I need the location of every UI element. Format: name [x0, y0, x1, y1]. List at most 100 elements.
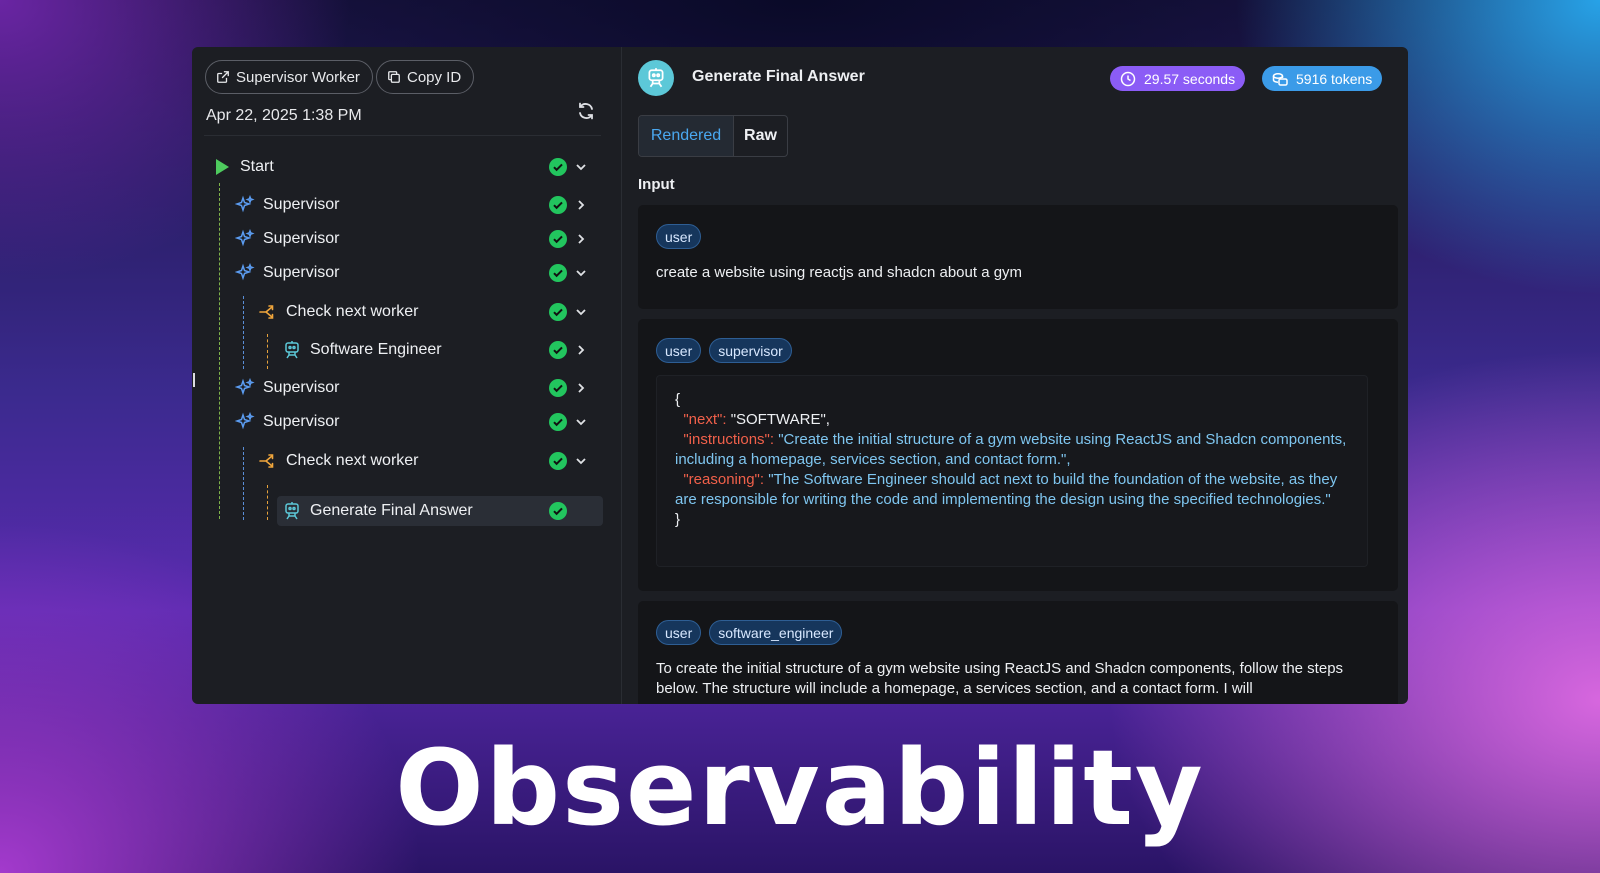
tree-node-check-next-worker[interactable]: Check next worker — [258, 446, 419, 476]
tree-guide-line-level3a — [267, 334, 268, 369]
message-card: user supervisor { "next": "SOFTWARE", "i… — [638, 319, 1398, 591]
success-check-icon — [549, 196, 567, 214]
json-key: "next": — [683, 411, 727, 428]
tree-node-label: Check next worker — [286, 303, 419, 320]
detail-title: Generate Final Answer — [692, 68, 865, 85]
tree-node-supervisor[interactable]: Supervisor — [235, 407, 339, 437]
message-text: To create the initial structure of a gym… — [656, 660, 1344, 697]
sparkle-icon — [235, 263, 255, 283]
tree-node-label: Supervisor — [263, 230, 340, 247]
branch-icon — [258, 451, 278, 471]
panel-resize-handle[interactable] — [193, 373, 195, 387]
success-check-icon — [549, 341, 567, 359]
tree-node-label: Check next worker — [286, 452, 419, 469]
external-link-icon — [217, 71, 229, 83]
tree-node-check-next-worker[interactable]: Check next worker — [258, 297, 419, 327]
role-tag-supervisor: supervisor — [709, 338, 792, 363]
duration-badge: 29.57 seconds — [1110, 66, 1246, 91]
role-tag-software-engineer: software_engineer — [709, 620, 843, 645]
sparkle-icon — [235, 229, 255, 249]
json-line-instructions: "instructions": "Create the initial stru… — [675, 430, 1349, 470]
role-tags: user — [656, 224, 702, 249]
trace-tree-panel: Supervisor Worker Copy ID Apr 22, 2025 1… — [192, 47, 622, 704]
chevron-right-icon[interactable] — [574, 343, 588, 357]
input-section-label: Input — [638, 176, 675, 193]
role-tag-user: user — [656, 224, 702, 249]
tree-node-label: Supervisor — [263, 379, 340, 396]
chevron-down-icon[interactable] — [574, 160, 588, 174]
chevron-right-icon[interactable] — [574, 381, 588, 395]
tree-node-supervisor[interactable]: Supervisor — [235, 190, 339, 220]
success-check-icon — [549, 379, 567, 397]
sparkle-icon — [235, 195, 255, 215]
copy-id-button[interactable]: Copy ID — [376, 60, 475, 94]
detail-panel: Generate Final Answer 29.57 seconds 5916… — [622, 47, 1408, 704]
json-close-brace: } — [675, 511, 681, 528]
message-card: user software_engineer To create the ini… — [638, 601, 1398, 704]
role-tag-user: user — [656, 620, 702, 645]
chevron-right-icon[interactable] — [574, 232, 588, 246]
success-check-icon — [549, 303, 567, 321]
tree-node-generate-final-answer[interactable]: Generate Final Answer — [282, 496, 473, 526]
role-tags: user supervisor — [656, 338, 792, 363]
tab-raw[interactable]: Raw — [734, 116, 787, 156]
tree-node-supervisor[interactable]: Supervisor — [235, 224, 339, 254]
tree-node-label: Start — [240, 158, 274, 175]
success-check-icon — [549, 230, 567, 248]
tokens-value: 5916 tokens — [1296, 70, 1373, 87]
tree-guide-line-level3b — [267, 485, 268, 520]
json-value: "SOFTWARE", — [730, 411, 830, 428]
tree-node-software-engineer[interactable]: Software Engineer — [282, 335, 442, 365]
tree-node-label: Supervisor — [263, 264, 340, 281]
json-value: "The Software Engineer should act next t… — [675, 471, 1342, 508]
copy-icon — [388, 71, 400, 83]
role-tag-user: user — [656, 338, 702, 363]
chevron-down-icon[interactable] — [574, 454, 588, 468]
chevron-down-icon[interactable] — [574, 266, 588, 280]
chevron-right-icon[interactable] — [574, 198, 588, 212]
clock-icon — [1120, 71, 1136, 86]
tree-node-label: Supervisor — [263, 413, 340, 430]
banner-title: Observability — [395, 727, 1205, 849]
tokens-badge: 5916 tokens — [1262, 66, 1383, 91]
refresh-icon[interactable] — [576, 101, 596, 121]
success-check-icon — [549, 413, 567, 431]
branch-icon — [258, 302, 278, 322]
tree-guide-line-level1 — [219, 183, 220, 519]
success-check-icon — [549, 158, 567, 176]
tree-node-label: Generate Final Answer — [310, 502, 473, 519]
robot-avatar-icon — [638, 60, 674, 96]
sparkle-icon — [235, 412, 255, 432]
robot-icon — [282, 501, 302, 521]
message-card: user create a website using reactjs and … — [638, 205, 1398, 309]
tab-rendered[interactable]: Rendered — [639, 116, 734, 156]
play-icon — [212, 157, 232, 177]
json-key: "reasoning": — [683, 471, 765, 488]
copy-id-label: Copy ID — [407, 68, 462, 86]
tree-guide-line-level2b — [243, 447, 244, 520]
success-check-icon — [549, 264, 567, 282]
tree-guide-line-level2a — [243, 296, 244, 369]
json-value: "Create the initial structure of a gym w… — [675, 431, 1351, 468]
json-open-brace: { — [675, 391, 681, 408]
json-line-reasoning: "reasoning": "The Software Engineer shou… — [675, 470, 1349, 510]
supervisor-worker-button[interactable]: Supervisor Worker — [205, 60, 373, 94]
json-line-next: "next": "SOFTWARE", — [675, 410, 1349, 430]
tree-node-label: Software Engineer — [310, 341, 442, 358]
json-key: "instructions": — [683, 431, 775, 448]
trace-window: Supervisor Worker Copy ID Apr 22, 2025 1… — [192, 47, 1408, 704]
view-tabs: Rendered Raw — [638, 115, 788, 157]
sparkle-icon — [235, 378, 255, 398]
tree-node-start[interactable]: Start — [212, 152, 274, 182]
tree-node-label: Supervisor — [263, 196, 340, 213]
chevron-down-icon[interactable] — [574, 305, 588, 319]
tree-node-supervisor[interactable]: Supervisor — [235, 258, 339, 288]
supervisor-worker-label: Supervisor Worker — [236, 68, 360, 86]
chevron-down-icon[interactable] — [574, 415, 588, 429]
robot-icon — [282, 340, 302, 360]
trace-timestamp: Apr 22, 2025 1:38 PM — [206, 107, 362, 124]
coins-icon — [1272, 72, 1288, 86]
message-text: create a website using reactjs and shadc… — [656, 264, 1023, 281]
tree-node-supervisor[interactable]: Supervisor — [235, 373, 339, 403]
success-check-icon — [549, 452, 567, 470]
